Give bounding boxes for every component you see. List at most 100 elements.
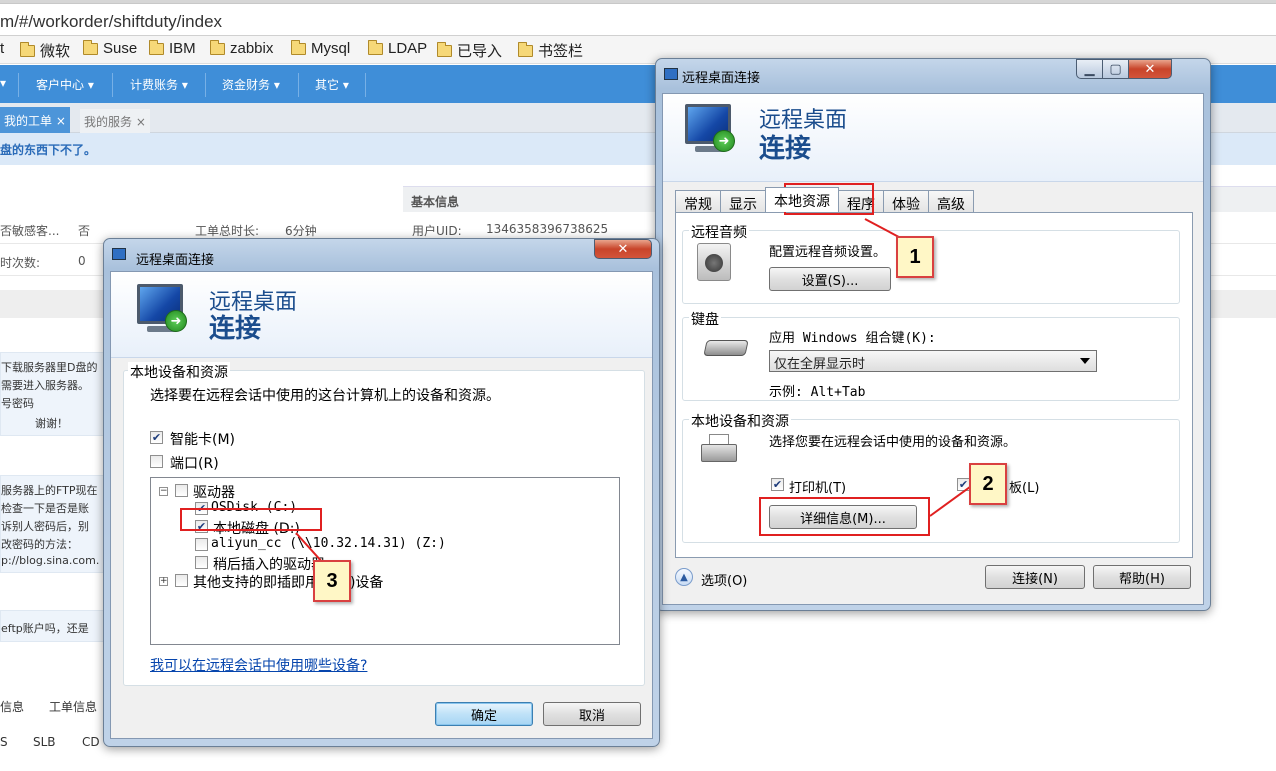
connect-button[interactable]: 连接(N)	[985, 565, 1085, 589]
collapse-icon[interactable]: −	[159, 487, 168, 496]
nav-item-other[interactable]: 其它 ▾	[315, 76, 349, 93]
bookmark-folder[interactable]: IBM	[149, 39, 196, 57]
bookmark-folder[interactable]: 微软	[20, 40, 70, 61]
audio-description: 配置远程音频设置。	[769, 245, 887, 260]
nav-caret[interactable]: ▾	[0, 76, 6, 90]
ports-label: 端口(R)	[170, 456, 219, 472]
printer-icon	[701, 434, 741, 464]
callout-badge: 1	[896, 236, 934, 278]
rdc-tabs: 常规 显示 本地资源 程序 体验 高级	[675, 187, 974, 213]
keyboard-combo-select[interactable]: 仅在全屏显示时	[769, 350, 1097, 372]
which-devices-help-link[interactable]: 我可以在远程会话中使用哪些设备?	[150, 655, 367, 675]
folder-icon	[210, 39, 225, 55]
footer-tab[interactable]: CD	[82, 735, 100, 749]
rdc-banner: ➜ 远程桌面 连接	[111, 272, 652, 358]
group-title: 键盘	[689, 309, 721, 329]
speaker-icon	[697, 243, 731, 281]
rdc-main-client: ➜ 远程桌面 连接 常规 显示 本地资源 程序 体验 高级 远程音频 配置远程音…	[662, 93, 1204, 605]
footer-tab[interactable]: 工单信息	[49, 698, 97, 715]
tab-general[interactable]: 常规	[675, 190, 721, 213]
nav-separator	[365, 73, 366, 97]
help-button[interactable]: 帮助(H)	[1093, 565, 1191, 589]
group-title: 本地设备和资源	[128, 362, 230, 382]
bookmark-folder[interactable]: 书签栏	[518, 40, 583, 61]
rdc-local-devices-window: 远程桌面连接 ✕ ➜ 远程桌面 连接 本地设备和资源 选择要在远程会话中使用的这…	[103, 238, 660, 747]
tab-experience[interactable]: 体验	[883, 190, 929, 213]
banner-subtitle: 连接	[759, 134, 812, 164]
callout-badge: 3	[313, 560, 351, 602]
nav-item-billing[interactable]: 计费账务 ▾	[130, 76, 188, 93]
bookmark-folder[interactable]: Suse	[83, 39, 137, 57]
folder-icon	[291, 39, 306, 55]
bookmark-folder[interactable]: LDAP	[368, 39, 427, 57]
footer-tab[interactable]: SLB	[33, 735, 56, 749]
nav-separator	[205, 73, 206, 97]
footer-tab[interactable]: S	[0, 735, 8, 749]
folder-icon	[368, 39, 383, 55]
later-drives-label: 稍后插入的驱动器	[213, 557, 325, 573]
local-devices-group: 本地设备和资源 选择您要在远程会话中使用的设备和资源。 ✔ 打印机(T) ✔ 板…	[682, 411, 1180, 543]
address-bar[interactable]: m/#/workorder/shiftduty/index	[0, 4, 1276, 36]
folder-icon	[518, 41, 533, 57]
options-label[interactable]: 选项(O)	[701, 570, 747, 589]
highlight-drive-d	[180, 508, 322, 531]
close-button[interactable]: ✕	[594, 239, 652, 259]
nav-separator	[298, 73, 299, 97]
rdc-local-client: ➜ 远程桌面 连接 本地设备和资源 选择要在远程会话中使用的这台计算机上的设备和…	[110, 271, 653, 739]
ports-checkbox[interactable]	[150, 455, 163, 468]
minimize-button[interactable]: ▁	[1076, 59, 1102, 79]
tab-display[interactable]: 显示	[720, 190, 766, 213]
folder-icon	[83, 39, 98, 55]
drives-label: 驱动器	[193, 485, 235, 501]
cancel-button[interactable]: 取消	[543, 702, 641, 726]
bookmark-folder[interactable]: zabbix	[210, 39, 273, 57]
keyboard-example: 示例: Alt+Tab	[769, 385, 866, 400]
drive-z-checkbox[interactable]	[195, 538, 208, 551]
printers-checkbox[interactable]: ✔	[771, 478, 784, 491]
tab-my-workorders[interactable]: 我的工单 ×	[0, 107, 70, 133]
footer-tab[interactable]: 信息	[0, 698, 24, 715]
callout-badge: 2	[969, 463, 1007, 505]
local-devices-description: 选择您要在远程会话中使用的设备和资源。	[769, 435, 1017, 450]
later-drives-checkbox[interactable]	[195, 556, 208, 569]
remote-desktop-monitor-icon: ➜	[681, 104, 741, 160]
drives-checkbox[interactable]	[175, 484, 188, 497]
url-text[interactable]: m/#/workorder/shiftduty/index	[0, 12, 222, 32]
message-bubble: 下载服务器里D盘的 需要进入服务器。 号密码 谢谢！	[0, 352, 110, 436]
local-resources-panel: 远程音频 配置远程音频设置。 设置(S)... 键盘 应用 Windows 组合…	[675, 212, 1193, 558]
smartcard-label: 智能卡(M)	[170, 432, 236, 448]
highlight-details-button	[759, 497, 930, 536]
close-button[interactable]: ✕	[1128, 59, 1172, 79]
bookmark-folder[interactable]: 已导入	[437, 40, 502, 61]
tab-local-resources[interactable]: 本地资源	[765, 187, 839, 212]
window-title: 远程桌面连接	[136, 253, 215, 268]
group-title: 远程音频	[689, 222, 749, 242]
keyboard-group: 键盘 应用 Windows 组合键(K): 仅在全屏显示时 示例: Alt+Ta…	[682, 309, 1180, 401]
keyboard-description: 应用 Windows 组合键(K):	[769, 331, 936, 346]
maximize-button[interactable]: ▢	[1102, 59, 1128, 79]
bookmark-folder[interactable]: Mysql	[291, 39, 350, 57]
printers-label: 打印机(T)	[789, 481, 847, 496]
nav-item-customer[interactable]: 客户中心 ▾	[36, 76, 94, 93]
rdc-banner: ➜ 远程桌面 连接	[663, 94, 1203, 182]
group-title: 本地设备和资源	[689, 411, 791, 431]
window-title: 远程桌面连接	[682, 71, 761, 86]
keyboard-icon	[703, 340, 749, 356]
pnp-checkbox[interactable]	[175, 574, 188, 587]
nav-item-finance[interactable]: 资金财务 ▾	[222, 76, 280, 93]
folder-icon	[20, 41, 35, 57]
smartcard-checkbox[interactable]: ✔	[150, 431, 163, 444]
audio-settings-button[interactable]: 设置(S)...	[769, 267, 891, 291]
tab-advanced[interactable]: 高级	[928, 190, 974, 213]
rdc-app-icon	[664, 68, 678, 80]
folder-icon	[149, 39, 164, 55]
ok-button[interactable]: 确定	[435, 702, 533, 726]
message-bubble: 服务器上的FTP现在 检查一下是否是账 诉别人密码后，别 改密码的方法： p:/…	[0, 475, 110, 573]
local-devices-instruction: 选择要在远程会话中使用的这台计算机上的设备和资源。	[150, 388, 500, 404]
bookmark-item[interactable]: t	[0, 40, 4, 57]
tab-my-services[interactable]: 我的服务 ×	[80, 109, 150, 133]
chevron-down-icon	[1080, 358, 1090, 364]
caption-buttons: ▁ ▢ ✕	[1076, 59, 1172, 80]
options-toggle-icon[interactable]: ▲	[675, 568, 693, 586]
expand-icon[interactable]: +	[159, 577, 168, 586]
